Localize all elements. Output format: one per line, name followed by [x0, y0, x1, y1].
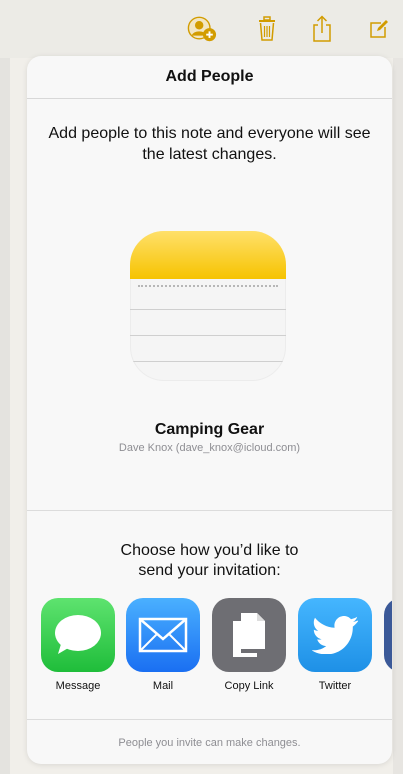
notes-icon-line — [130, 309, 286, 310]
share-app-row: Message Mail Copy Link Twitter — [41, 598, 392, 698]
share-option-label: Mail — [152, 680, 174, 692]
background-page-edge — [393, 58, 403, 774]
add-people-sheet: Add People Add people to this note and e… — [27, 56, 392, 764]
background-page-edge — [0, 58, 10, 774]
share-option-copy-link[interactable]: Copy Link — [212, 598, 286, 692]
share-icon[interactable] — [307, 14, 337, 44]
message-icon[interactable] — [41, 598, 115, 672]
share-option-more[interactable] — [384, 598, 392, 672]
note-owner: Dave Knox (dave_knox@icloud.com) — [118, 442, 301, 454]
divider — [27, 719, 392, 720]
choose-invite-method-text: Choose how you’d like to send your invit… — [27, 541, 392, 581]
compose-icon[interactable] — [364, 14, 394, 44]
sheet-description: Add people to this note and everyone wil… — [48, 125, 371, 163]
sheet-title: Add People — [165, 68, 254, 85]
sheet-header: Add People — [27, 56, 392, 99]
notes-icon-line — [130, 335, 286, 336]
facebook-icon[interactable] — [384, 598, 392, 672]
share-option-mail[interactable]: Mail — [126, 598, 200, 692]
share-option-message[interactable]: Message — [41, 598, 115, 692]
notes-app-icon — [130, 231, 286, 381]
choose-invite-method-label: Choose how you’d like to send your invit… — [120, 542, 299, 579]
share-option-label: Twitter — [318, 680, 352, 692]
share-option-label: Message — [55, 680, 101, 692]
copy-link-icon[interactable] — [212, 598, 286, 672]
trash-icon[interactable] — [252, 14, 282, 44]
twitter-icon[interactable] — [298, 598, 372, 672]
notes-icon-header — [130, 231, 286, 279]
add-people-icon[interactable] — [187, 14, 217, 44]
mail-icon[interactable] — [126, 598, 200, 672]
permissions-footer: People you invite can make changes. — [118, 737, 301, 749]
notes-icon-line — [130, 361, 286, 362]
notes-icon-dotted-line — [138, 285, 278, 287]
share-option-twitter[interactable]: Twitter — [298, 598, 372, 692]
share-option-label: Copy Link — [224, 680, 274, 692]
toolbar — [0, 0, 403, 58]
divider — [27, 510, 392, 511]
note-name: Camping Gear — [154, 421, 265, 438]
